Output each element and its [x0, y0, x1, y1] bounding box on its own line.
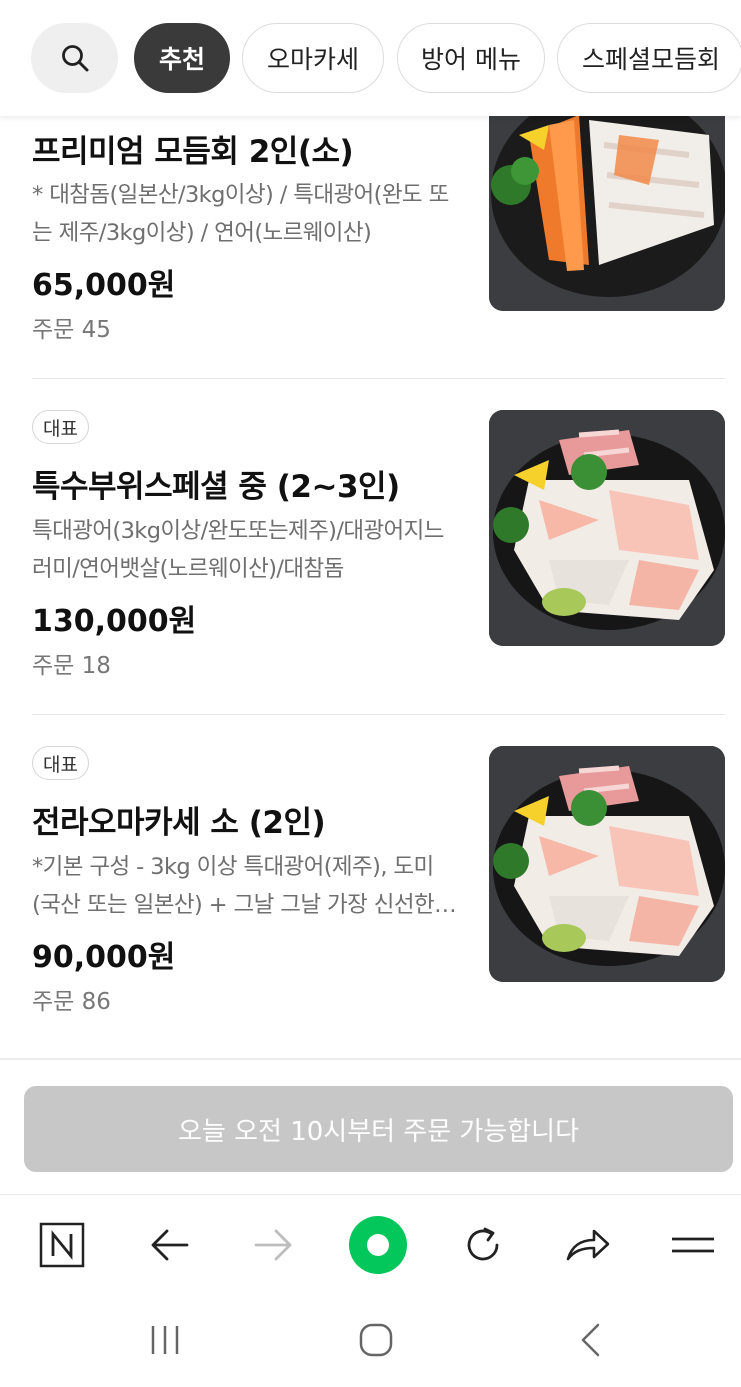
- menu-item-order-count: 주문 18: [32, 653, 111, 679]
- refresh-icon: [467, 1227, 499, 1261]
- recent-apps-icon: [151, 1326, 179, 1354]
- menu-item-price: 130,000원: [32, 604, 197, 639]
- back-arrow-icon: [151, 1229, 189, 1261]
- menu-item-special[interactable]: 대표 특수부위스페셜 중 (2~3인) 특대광어(3kg이상/완도또는제주)/대…: [0, 379, 741, 715]
- refresh-button[interactable]: [447, 1209, 519, 1281]
- green-dot-button[interactable]: [342, 1209, 414, 1281]
- recent-apps-button[interactable]: [135, 1314, 195, 1366]
- tab-special-platter[interactable]: 스페셜모듬회: [557, 23, 741, 93]
- category-tab-bar: 추천 오마카세 방어 메뉴 스페셜모듬회: [0, 0, 741, 116]
- menu-item-description: *기본 구성 - 3kg 이상 특대광어(제주), 도미(국산 또는 일본산) …: [32, 854, 435, 918]
- sashimi-platter-image: [489, 410, 725, 646]
- menu-item-photo[interactable]: [489, 410, 725, 646]
- forward-arrow-icon: [254, 1229, 292, 1261]
- system-navigation-bar: [0, 1296, 741, 1387]
- share-button[interactable]: [552, 1209, 624, 1281]
- menu-item-description: 특대광어(3kg이상/완도또는제주)/대광어지느러미/연어뱃살(노르웨이산)/대…: [32, 518, 444, 582]
- menu-item-name: 전라오마카세 소 (2인): [32, 805, 326, 841]
- menu-icon: [672, 1237, 714, 1253]
- menu-item-order-count: 주문 45: [32, 317, 111, 343]
- menu-item-omakase[interactable]: 대표 전라오마카세 소 (2인) *기본 구성 - 3kg 이상 특대광어(제주…: [0, 715, 741, 1055]
- search-icon: [61, 45, 88, 72]
- back-button[interactable]: [133, 1209, 205, 1281]
- menu-item-name: 프리미엄 모듬회 2인(소): [32, 134, 354, 170]
- naver-home-button[interactable]: [26, 1209, 98, 1281]
- home-button[interactable]: [346, 1314, 406, 1366]
- sashimi-platter-image: [489, 746, 725, 982]
- browser-toolbar: [0, 1194, 741, 1296]
- system-back-button[interactable]: [560, 1314, 620, 1366]
- tab-recommended[interactable]: 추천: [134, 23, 230, 93]
- menu-item-order-count: 주문 86: [32, 989, 111, 1015]
- menu-button[interactable]: [657, 1209, 729, 1281]
- signature-badge: 대표: [32, 746, 89, 780]
- home-icon: [359, 1323, 393, 1357]
- tab-omakase[interactable]: 오마카세: [242, 23, 384, 93]
- signature-badge: 대표: [32, 410, 89, 444]
- menu-item-price: 90,000원: [32, 940, 176, 975]
- menu-item-name: 특수부위스페셜 중 (2~3인): [32, 469, 400, 505]
- search-button[interactable]: [31, 23, 118, 93]
- naver-n-icon: [39, 1222, 85, 1268]
- menu-item-description: * 대참돔(일본산/3kg이상) / 특대광어(완도 또는 제주/3kg이상) …: [32, 182, 449, 246]
- menu-item-photo[interactable]: [489, 746, 725, 982]
- forward-button[interactable]: [238, 1209, 310, 1281]
- order-button-disabled[interactable]: 오늘 오전 10시부터 주문 가능합니다: [24, 1086, 733, 1172]
- green-dot-home-icon: [349, 1216, 407, 1274]
- order-footer: 오늘 오전 10시부터 주문 가능합니다: [0, 1058, 741, 1194]
- back-chevron-icon: [581, 1323, 600, 1357]
- tab-yellowtail-menu[interactable]: 방어 메뉴: [397, 23, 545, 93]
- menu-list: 프리미엄 모듬회 2인(소) * 대참돔(일본산/3kg이상) / 특대광어(완…: [0, 0, 741, 1060]
- share-icon: [566, 1229, 610, 1261]
- menu-item-price: 65,000원: [32, 268, 176, 303]
